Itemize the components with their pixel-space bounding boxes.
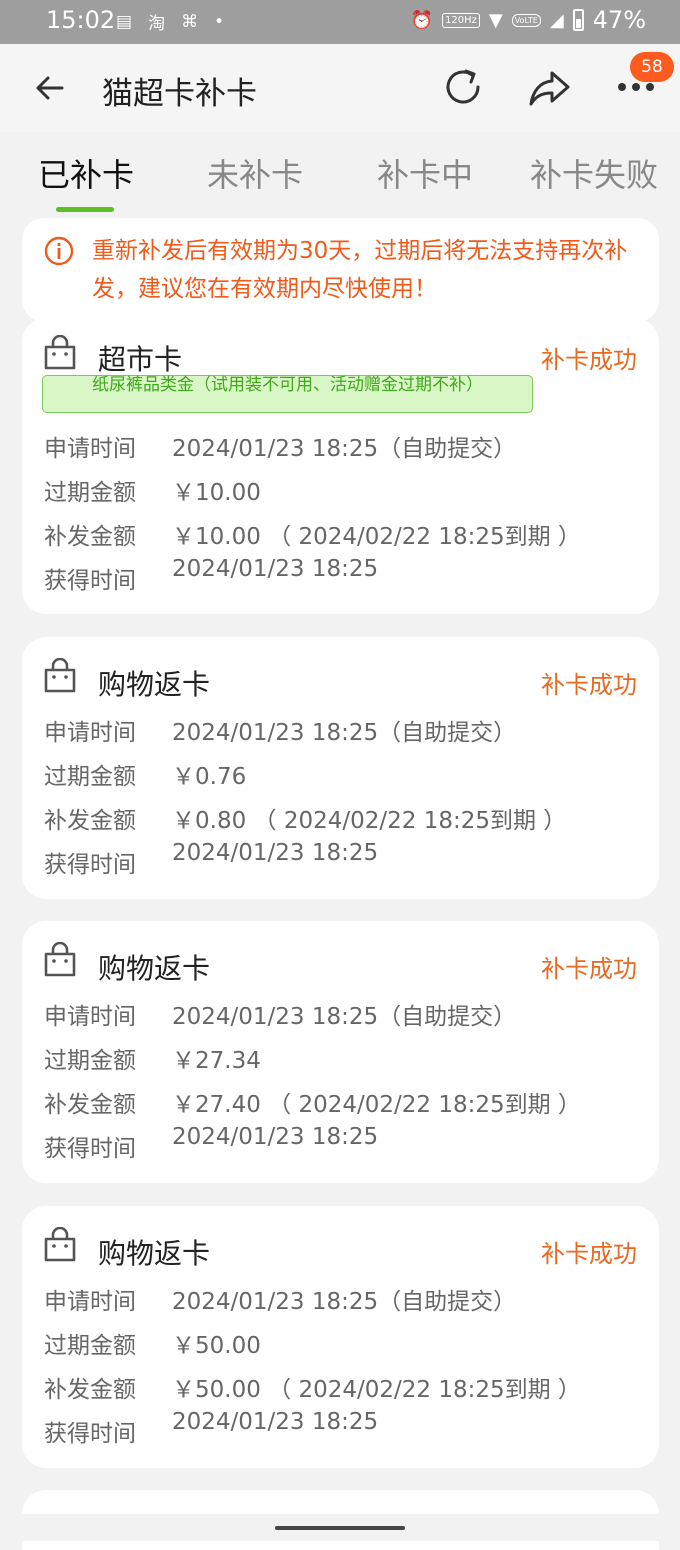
expired-amount-value: ￥0.76 bbox=[172, 764, 247, 790]
shopping-bag-icon bbox=[44, 335, 76, 370]
alarm-icon: ⏰ bbox=[410, 9, 434, 31]
reissue-amount-label: 补发金额 bbox=[44, 524, 136, 550]
notice-banner: 重新补发后有效期为30天，过期后将无法支持再次补发，建议您在有效期内尽快使用！ bbox=[22, 218, 659, 322]
notes-icon: ▤ bbox=[116, 11, 133, 32]
refresh-rate-icon: 120Hz bbox=[442, 12, 480, 28]
tab-reissued[interactable]: 已补卡 bbox=[38, 150, 134, 196]
card-category-tag: 纸尿裤品类金（试用装不可用、活动赠金过期不补） bbox=[42, 375, 533, 413]
app-header: 猫超卡补卡 58 bbox=[0, 44, 680, 132]
card-name: 超市卡 bbox=[98, 343, 183, 376]
status-badge: 补卡成功 bbox=[541, 671, 637, 699]
page-title: 猫超卡补卡 bbox=[102, 76, 257, 112]
obtain-time-label: 获得时间 bbox=[44, 568, 136, 594]
reissue-card[interactable]: 购物返卡 补卡成功 申请时间 2024/01/23 18:25（自助提交） 过期… bbox=[22, 921, 659, 1183]
status-badge: 补卡成功 bbox=[541, 955, 637, 983]
obtain-time-value: 2024/01/23 18:25 bbox=[172, 840, 379, 866]
expired-amount-label: 过期金额 bbox=[44, 1333, 136, 1359]
obtain-time-value: 2024/01/23 18:25 bbox=[172, 556, 379, 582]
share-icon[interactable] bbox=[526, 64, 572, 110]
taobao-icon: 淘 bbox=[148, 14, 166, 34]
reissue-card[interactable]: 购物返卡 补卡成功 申请时间 2024/01/23 18:25（自助提交） 过期… bbox=[22, 1206, 659, 1468]
expired-amount-label: 过期金额 bbox=[44, 764, 136, 790]
obtain-time-value: 2024/01/23 18:25 bbox=[172, 1409, 379, 1435]
reissue-amount-label: 补发金额 bbox=[44, 1377, 136, 1403]
reissue-amount-value: ￥10.00 （ 2024/02/22 18:25到期 ） bbox=[172, 524, 581, 550]
dot-icon: • bbox=[214, 11, 225, 32]
card-name: 购物返卡 bbox=[98, 668, 211, 701]
apply-time-value: 2024/01/23 18:25（自助提交） bbox=[172, 436, 517, 462]
status-bar: 15:02 ▤ 淘 ⌘ • ⏰ 120Hz ▼ VoLTE ◢ 47% bbox=[0, 0, 680, 44]
battery-icon bbox=[572, 9, 584, 31]
back-arrow-icon[interactable] bbox=[28, 66, 72, 110]
card-name: 购物返卡 bbox=[98, 1237, 211, 1270]
card-name: 购物返卡 bbox=[98, 952, 211, 985]
wifi-icon: ▼ bbox=[488, 9, 503, 31]
app-icon: ⌘ bbox=[181, 11, 199, 32]
tab-bar: 已补卡 未补卡 补卡中 补卡失败 bbox=[0, 132, 680, 214]
apply-time-value: 2024/01/23 18:25（自助提交） bbox=[172, 720, 517, 746]
apply-time-value: 2024/01/23 18:25（自助提交） bbox=[172, 1289, 517, 1315]
tab-reissuing[interactable]: 补卡中 bbox=[377, 150, 473, 196]
obtain-time-label: 获得时间 bbox=[44, 1136, 136, 1162]
reissue-amount-value: ￥0.80 （ 2024/02/22 18:25到期 ） bbox=[172, 808, 567, 834]
obtain-time-label: 获得时间 bbox=[44, 852, 136, 878]
apply-time-label: 申请时间 bbox=[44, 1004, 136, 1030]
status-time: 15:02 bbox=[46, 6, 116, 34]
expired-amount-value: ￥50.00 bbox=[172, 1333, 261, 1359]
status-left-icons: ▤ 淘 ⌘ • bbox=[116, 9, 225, 35]
expired-amount-value: ￥10.00 bbox=[172, 480, 261, 506]
obtain-time-label: 获得时间 bbox=[44, 1421, 136, 1447]
tab-reissue-failed[interactable]: 补卡失败 bbox=[530, 150, 658, 196]
reissue-amount-value: ￥50.00 （ 2024/02/22 18:25到期 ） bbox=[172, 1377, 581, 1403]
signal-icon: ◢ bbox=[549, 9, 564, 31]
shopping-bag-icon bbox=[44, 1227, 76, 1262]
status-badge: 补卡成功 bbox=[541, 346, 637, 374]
info-icon bbox=[44, 236, 74, 266]
reissue-card[interactable]: 购物返卡 补卡成功 申请时间 2024/01/23 18:25（自助提交） 过期… bbox=[22, 637, 659, 899]
obtain-time-value: 2024/01/23 18:25 bbox=[172, 1124, 379, 1150]
status-badge: 补卡成功 bbox=[541, 1240, 637, 1268]
reissue-amount-value: ￥27.40 （ 2024/02/22 18:25到期 ） bbox=[172, 1092, 581, 1118]
refresh-icon[interactable] bbox=[440, 64, 486, 110]
notice-text: 重新补发后有效期为30天，过期后将无法支持再次补发，建议您在有效期内尽快使用！ bbox=[92, 238, 628, 302]
apply-time-value: 2024/01/23 18:25（自助提交） bbox=[172, 1004, 517, 1030]
home-indicator[interactable] bbox=[275, 1526, 405, 1530]
apply-time-label: 申请时间 bbox=[44, 436, 136, 462]
expired-amount-label: 过期金额 bbox=[44, 480, 136, 506]
volte-icon: VoLTE bbox=[511, 13, 541, 27]
expired-amount-label: 过期金额 bbox=[44, 1048, 136, 1074]
reissue-card[interactable]: 超市卡 补卡成功 纸尿裤品类金（试用装不可用、活动赠金过期不补） 申请时间 20… bbox=[22, 318, 659, 614]
notification-badge: 58 bbox=[630, 52, 674, 82]
reissue-amount-label: 补发金额 bbox=[44, 808, 136, 834]
battery-percent: 47% bbox=[592, 6, 646, 34]
active-tab-indicator bbox=[56, 207, 114, 212]
apply-time-label: 申请时间 bbox=[44, 1289, 136, 1315]
shopping-bag-icon bbox=[44, 658, 76, 693]
shopping-bag-icon bbox=[44, 942, 76, 977]
expired-amount-value: ￥27.34 bbox=[172, 1048, 261, 1074]
apply-time-label: 申请时间 bbox=[44, 720, 136, 746]
status-right-icons: ⏰ 120Hz ▼ VoLTE ◢ 47% bbox=[411, 6, 646, 34]
system-nav-bar bbox=[0, 1514, 680, 1541]
tab-not-reissued[interactable]: 未补卡 bbox=[207, 150, 303, 196]
reissue-amount-label: 补发金额 bbox=[44, 1092, 136, 1118]
